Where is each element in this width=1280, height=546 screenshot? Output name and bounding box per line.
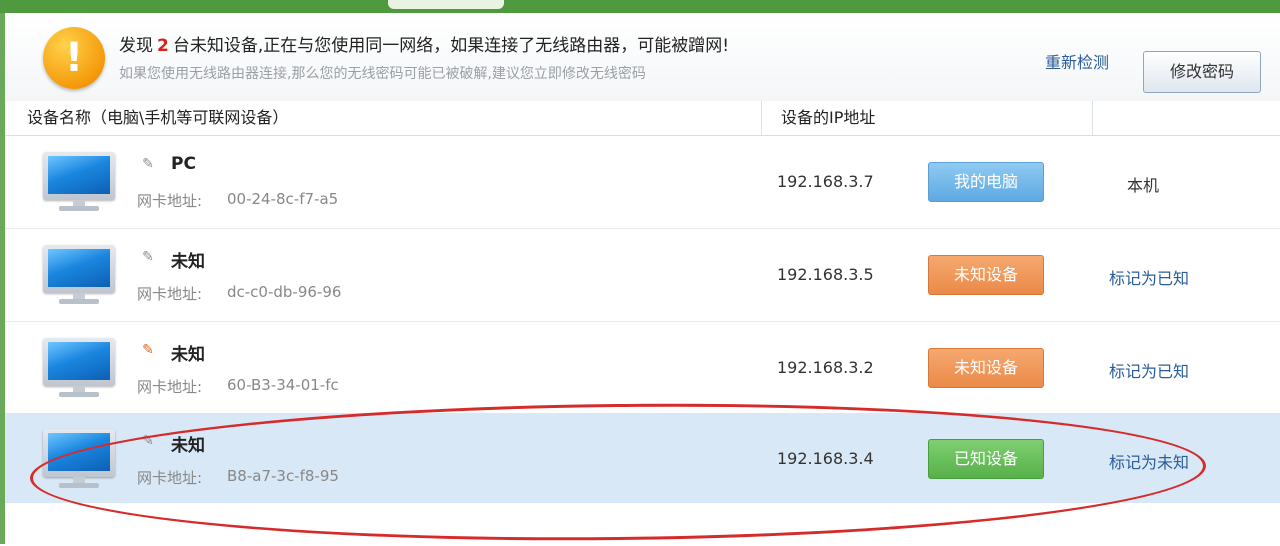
device-name: PC — [171, 154, 196, 174]
edit-name-icon[interactable]: ✎ — [139, 249, 157, 265]
device-type-badge: 未知设备 — [928, 348, 1044, 388]
device-row-selected[interactable]: ✎ 未知 网卡地址: B8-a7-3c-f8-95 192.168.3.4 已知… — [5, 413, 1280, 504]
device-ip: 192.168.3.4 — [777, 449, 874, 468]
edit-name-icon[interactable]: ✎ — [139, 342, 157, 358]
redetect-link[interactable]: 重新检测 — [1045, 49, 1109, 73]
device-type-badge: 未知设备 — [928, 255, 1044, 295]
mac-label: 网卡地址: — [137, 285, 203, 303]
window-top-bar — [0, 0, 1280, 13]
monitor-icon — [43, 152, 115, 212]
monitor-icon — [43, 338, 115, 398]
warning-icon: ! — [43, 27, 105, 89]
column-divider — [761, 101, 762, 135]
device-row[interactable]: ✎ 未知 网卡地址: dc-c0-db-96-96 192.168.3.5 未知… — [5, 229, 1280, 322]
device-type-badge: 已知设备 — [928, 439, 1044, 479]
table-empty-area — [5, 503, 1280, 544]
column-divider — [1092, 101, 1093, 135]
mac-address: B8-a7-3c-f8-95 — [227, 467, 339, 485]
mac-label: 网卡地址: — [137, 378, 203, 396]
alert-subtitle: 如果您使用无线路由器连接,那么您的无线密码可能已被破解,建议您立即修改无线密码 — [119, 66, 646, 82]
alert-title-prefix: 发现 — [119, 36, 153, 56]
monitor-icon — [43, 429, 115, 489]
device-name: 未知 — [171, 345, 205, 365]
device-name: 未知 — [171, 252, 205, 272]
alert-banner: ! 发现 2 台未知设备,正在与您使用同一网络，如果连接了无线路由器，可能被蹭网! … — [5, 13, 1280, 102]
column-header-device-name: 设备名称（电脑\手机等可联网设备） — [27, 108, 289, 127]
mark-as-known-link[interactable]: 标记为已知 — [1109, 358, 1189, 382]
change-password-button[interactable]: 修改密码 — [1143, 51, 1261, 93]
column-header-ip: 设备的IP地址 — [781, 108, 876, 127]
device-ip: 192.168.3.7 — [777, 172, 874, 191]
this-machine-label: 本机 — [1127, 176, 1160, 195]
edit-name-icon[interactable]: ✎ — [139, 433, 157, 449]
device-type-badge: 我的电脑 — [928, 162, 1044, 202]
table-header: 设备名称（电脑\手机等可联网设备） 设备的IP地址 — [5, 101, 1280, 136]
mac-address: dc-c0-db-96-96 — [227, 283, 342, 301]
mac-address: 60-B3-34-01-fc — [227, 376, 339, 394]
mark-as-unknown-link[interactable]: 标记为未知 — [1109, 449, 1189, 473]
device-name: 未知 — [171, 436, 205, 456]
device-row[interactable]: ✎ PC 网卡地址: 00-24-8c-f7-a5 192.168.3.7 我的… — [5, 136, 1280, 229]
active-tab-stub[interactable] — [388, 0, 504, 9]
device-ip: 192.168.3.2 — [777, 358, 874, 377]
edit-name-icon[interactable]: ✎ — [139, 156, 157, 172]
device-ip: 192.168.3.5 — [777, 265, 874, 284]
unknown-device-count: 2 — [157, 36, 169, 56]
mac-address: 00-24-8c-f7-a5 — [227, 190, 339, 208]
mac-label: 网卡地址: — [137, 469, 203, 487]
alert-title-suffix: 台未知设备,正在与您使用同一网络，如果连接了无线路由器，可能被蹭网! — [172, 36, 730, 56]
alert-title: 发现 2 台未知设备,正在与您使用同一网络，如果连接了无线路由器，可能被蹭网! — [119, 31, 729, 56]
mark-as-known-link[interactable]: 标记为已知 — [1109, 265, 1189, 289]
device-row[interactable]: ✎ 未知 网卡地址: 60-B3-34-01-fc 192.168.3.2 未知… — [5, 322, 1280, 415]
monitor-icon — [43, 245, 115, 305]
mac-label: 网卡地址: — [137, 192, 203, 210]
